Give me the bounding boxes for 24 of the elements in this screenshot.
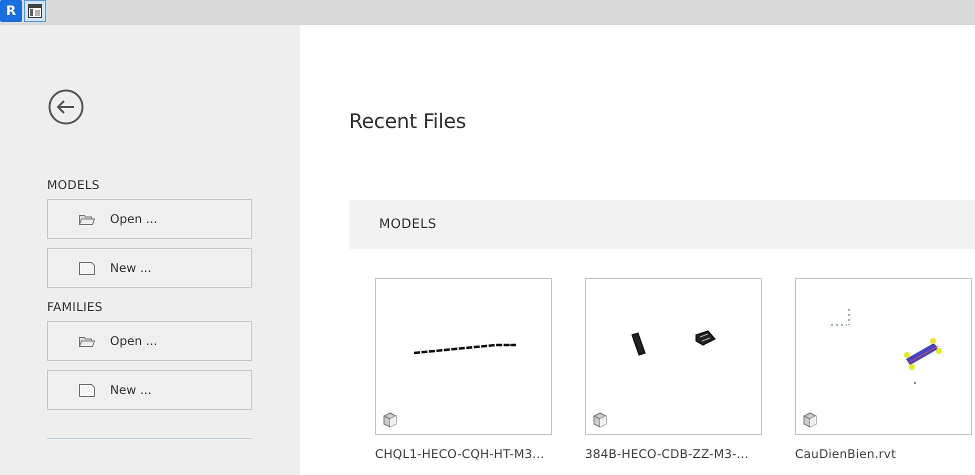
sidebar-button[interactable]: New ... (47, 248, 252, 288)
model-icon (592, 412, 608, 428)
file-thumbnail[interactable] (375, 278, 552, 435)
sidebar-button[interactable]: Open ... (47, 199, 252, 239)
section-title: MODELS (47, 178, 101, 192)
page-title: Recent Files (349, 109, 467, 133)
folder-icon (79, 214, 95, 224)
file-thumbnail[interactable] (585, 278, 762, 435)
file-name[interactable]: 384B-HECO-CDB-ZZ-M3-... (585, 447, 762, 461)
sidebar-button[interactable]: Open ... (47, 321, 252, 361)
file-name[interactable]: CHQL1-HECO-CQH-HT-M3... (375, 447, 552, 461)
section-title: FAMILIES (47, 300, 104, 314)
document-icon (79, 384, 95, 396)
back-icon[interactable] (48, 89, 84, 125)
model-icon (802, 412, 818, 428)
model-icon (382, 412, 398, 428)
folder-icon (79, 336, 95, 346)
file-thumbnail[interactable] (795, 278, 972, 435)
app-logo[interactable]: R (0, 0, 22, 22)
document-icon (79, 262, 95, 274)
sidebar-button[interactable]: New ... (47, 370, 252, 410)
file-name[interactable]: CauDienBien.rvt (795, 447, 972, 461)
panel-icon[interactable] (24, 0, 46, 22)
section-title: MODELS (379, 217, 437, 232)
